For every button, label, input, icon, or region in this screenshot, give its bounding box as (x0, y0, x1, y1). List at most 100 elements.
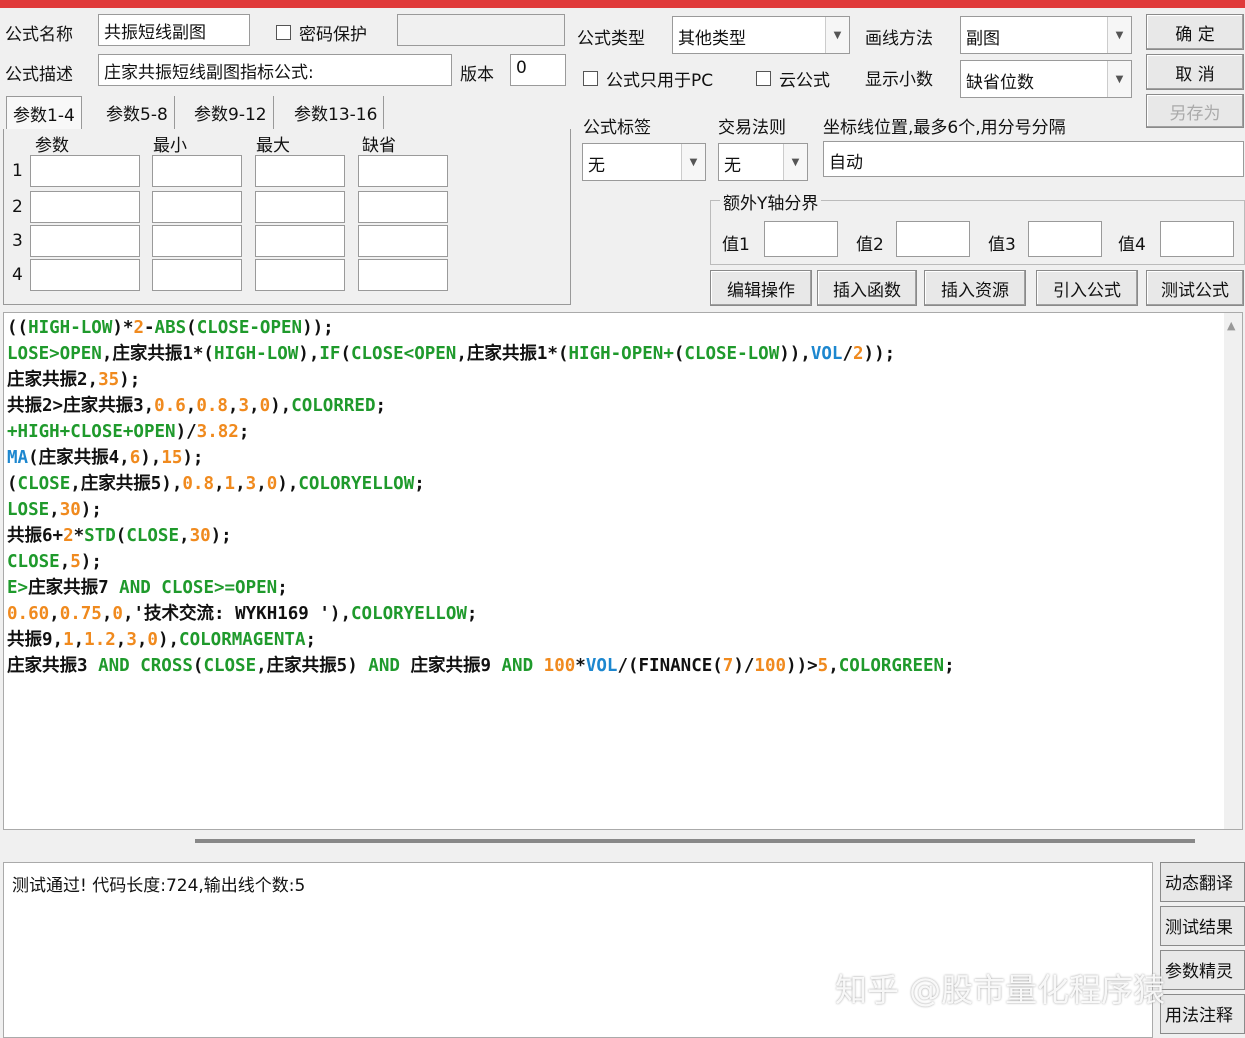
action-button[interactable]: 引入公式 (1036, 270, 1138, 306)
ok-button[interactable]: 确 定 (1146, 14, 1244, 50)
code-token: 3 (245, 474, 257, 494)
code-token: E> (7, 578, 29, 598)
version-input[interactable]: 0 (510, 54, 566, 86)
param-input[interactable] (358, 259, 448, 291)
param-input[interactable] (152, 191, 242, 223)
param-input[interactable] (358, 225, 448, 257)
code-text[interactable]: ((HIGH-LOW)*2-ABS(CLOSE-OPEN)); LOSE>OPEN… (7, 315, 955, 679)
side-button[interactable]: 参数精灵 (1160, 950, 1245, 990)
title-bar (0, 0, 1245, 8)
trade-rule-select[interactable]: 无 ▼ (718, 143, 808, 181)
draw-method-select[interactable]: 副图 ▼ (960, 16, 1132, 54)
code-editor[interactable]: ((HIGH-LOW)*2-ABS(CLOSE-OPEN)); LOSE>OPEN… (3, 312, 1243, 830)
chevron-down-icon: ▼ (681, 144, 705, 180)
scrollbar-thumb[interactable] (195, 839, 1195, 843)
code-token: )); (302, 318, 334, 338)
param-input[interactable] (30, 155, 140, 187)
decimal-select[interactable]: 缺省位数 ▼ (960, 60, 1132, 98)
code-token: AND (368, 656, 400, 676)
code-line: LOSE>OPEN,庄家共振1*(HIGH-LOW),IF(CLOSE<OPEN… (7, 341, 955, 367)
param-input[interactable] (255, 259, 345, 291)
code-token: 0 (259, 396, 271, 416)
param-input[interactable] (30, 191, 140, 223)
param-input[interactable] (358, 155, 448, 187)
code-token: 30 (189, 526, 211, 546)
y-value-input[interactable] (764, 221, 838, 257)
param-input[interactable] (358, 191, 448, 223)
horizontal-scrollbar[interactable] (3, 830, 1225, 854)
code-line: (CLOSE,庄家共振5),0.8,1,3,0),COLORYELLOW; (7, 471, 955, 497)
tab-params-9-12[interactable]: 参数9-12 (188, 96, 274, 130)
param-row-number: 1 (12, 161, 23, 181)
param-input[interactable] (255, 155, 345, 187)
code-token: MA (7, 448, 29, 468)
code-token: 庄家共振7 (28, 578, 120, 598)
param-input[interactable] (152, 259, 242, 291)
code-token: COLORGREEN (838, 656, 945, 676)
action-button[interactable]: 编辑操作 (710, 270, 812, 306)
side-button[interactable]: 用法注释 (1160, 994, 1245, 1034)
code-token: 2 (853, 344, 864, 364)
code-token: ; (414, 474, 425, 494)
formula-tag-select[interactable]: 无 ▼ (582, 143, 706, 181)
param-input[interactable] (152, 225, 242, 257)
param-input[interactable] (30, 259, 140, 291)
tab-params-5-8[interactable]: 参数5-8 (100, 96, 175, 130)
code-token: 5 (817, 656, 829, 676)
status-text: 测试通过! 代码长度:724,输出线个数:5 (12, 876, 306, 896)
code-token: , (828, 656, 839, 676)
param-input[interactable] (30, 225, 140, 257)
checkbox-box (756, 71, 771, 86)
pc-only-checkbox[interactable]: 公式只用于PC (583, 66, 713, 91)
side-button[interactable]: 动态翻译 (1160, 862, 1245, 902)
action-button[interactable]: 插入资源 (924, 270, 1026, 306)
axis-position-input[interactable]: 自动 (823, 141, 1244, 177)
code-token: ; (375, 396, 387, 416)
code-token: (( (7, 318, 29, 338)
code-token: 100 (543, 656, 576, 676)
code-token: ,'技术交流: WYKH169 '), (122, 604, 351, 624)
code-token: 共振6+ (7, 526, 64, 546)
code-token: 2 (63, 526, 74, 546)
formula-name-input[interactable]: 共振短线副图 (98, 14, 250, 46)
code-token: (庄家共振4, (28, 448, 130, 468)
tab-params-13-16[interactable]: 参数13-16 (288, 96, 385, 130)
code-token: , (49, 604, 60, 624)
cloud-formula-checkbox[interactable]: 云公式 (756, 66, 830, 91)
code-token: IF (319, 344, 341, 364)
param-input[interactable] (255, 225, 345, 257)
code-token: , (101, 604, 113, 624)
tab-params-1-4[interactable]: 参数1-4 (6, 96, 82, 130)
formula-type-select[interactable]: 其他类型 ▼ (672, 16, 850, 54)
side-button[interactable]: 测试结果 (1160, 906, 1245, 946)
param-input[interactable] (255, 191, 345, 223)
code-token: +HIGH+CLOSE+OPEN (7, 422, 176, 442)
code-token: ( (115, 526, 127, 546)
code-token: 共振2>庄家共振3, (7, 396, 155, 416)
save-as-button[interactable]: 另存为 (1146, 94, 1244, 128)
formula-desc-label: 公式描述 (5, 65, 73, 85)
y-value-input[interactable] (1028, 221, 1102, 257)
code-token: , (115, 630, 127, 650)
code-token: VOL (585, 656, 618, 676)
param-header: 参数 (35, 136, 69, 156)
action-button[interactable]: 测试公式 (1146, 270, 1244, 306)
code-token: , (227, 396, 239, 416)
code-token: ); (210, 526, 232, 546)
code-line: 0.60,0.75,0,'技术交流: WYKH169 '),COLORYELLO… (7, 601, 955, 627)
param-input[interactable] (152, 155, 242, 187)
vertical-scrollbar[interactable]: ▲ (1224, 313, 1242, 829)
code-token: 3.82 (196, 422, 239, 442)
trade-rule-label: 交易法则 (718, 118, 786, 138)
y-value-input[interactable] (896, 221, 970, 257)
code-line: 共振2>庄家共振3,0.6,0.8,3,0),COLORRED; (7, 393, 955, 419)
y-value-input[interactable] (1160, 221, 1234, 257)
scroll-up-icon[interactable]: ▲ (1227, 319, 1235, 332)
password-checkbox[interactable]: 密码保护 (276, 20, 367, 45)
cancel-button[interactable]: 取 消 (1146, 54, 1244, 90)
action-button[interactable]: 插入函数 (817, 270, 917, 306)
formula-desc-input[interactable]: 庄家共振短线副图指标公式: (98, 54, 452, 86)
code-token: , (59, 552, 71, 572)
password-input[interactable] (397, 14, 565, 46)
